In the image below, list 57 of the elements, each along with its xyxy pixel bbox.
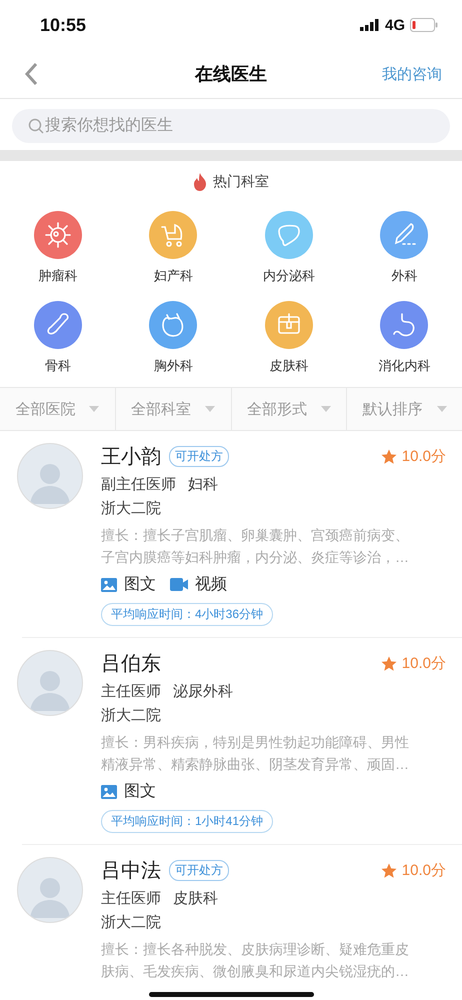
prescription-badge: 可开处方 <box>169 860 229 881</box>
hospital-name: 浙大二院 <box>101 913 162 932</box>
dropdown-caret-icon <box>89 406 100 412</box>
expertise-text: 擅长：擅长各种脱发、皮肤病理诊断、疑难危重皮 <box>101 940 410 959</box>
search-field[interactable]: 搜索你想找的医生 <box>12 109 450 143</box>
dropdown-caret-icon <box>436 406 447 412</box>
department-item[interactable]: 肿瘤科 <box>0 211 116 285</box>
star-icon <box>380 448 397 464</box>
expertise-text: 擅长：擅长子宫肌瘤、卵巢囊肿、宫颈癌前病变、 <box>101 526 410 545</box>
video-camera-icon <box>170 578 188 591</box>
section-title: 热门科室 <box>213 173 269 191</box>
back-button[interactable] <box>22 60 40 88</box>
hospital-name: 浙大二院 <box>101 706 162 725</box>
doctor-department: 妇科 <box>188 475 218 494</box>
doctor-title: 主任医师 <box>101 682 161 701</box>
doctor-name: 王小韵 <box>101 445 161 470</box>
flame-icon <box>193 173 207 191</box>
department-item[interactable]: 妇产科 <box>116 211 231 285</box>
back-chevron-icon <box>24 62 38 86</box>
doctor-name: 吕伯东 <box>101 652 161 677</box>
image-icon <box>101 784 117 798</box>
doctor-department: 皮肤科 <box>173 889 218 908</box>
expertise-text: 精液异常、精索静脉曲张、阴茎发育异常、顽固… <box>101 755 410 774</box>
response-time-badge: 平均响应时间：1小时41分钟 <box>101 810 274 833</box>
department-item[interactable]: 皮肤科 <box>231 301 346 375</box>
signal-icon <box>360 19 380 31</box>
star-icon <box>380 656 397 672</box>
video-consult-option[interactable]: 视频 <box>170 574 227 595</box>
expertise-text: 肤病、毛发疾病、微创腋臭和尿道内尖锐湿疣的… <box>101 962 410 981</box>
hospital-name: 浙大二院 <box>101 499 162 518</box>
text-image-consult-option[interactable]: 图文 <box>101 781 156 802</box>
network-label: 4G <box>384 16 405 34</box>
text-image-consult-option[interactable]: 图文 <box>101 574 156 595</box>
status-time: 10:55 <box>40 14 86 36</box>
expertise-text: 擅长：男科疾病，特别是男性勃起功能障碍、男性 <box>101 733 410 752</box>
response-time-badge: 平均响应时间：4小时36分钟 <box>101 603 274 626</box>
expertise-text: 子宫内膜癌等妇科肿瘤，内分泌、炎症等诊治，… <box>101 548 410 567</box>
doctor-title: 主任医师 <box>101 889 161 908</box>
page-title: 在线医生 <box>195 63 267 86</box>
search-icon <box>28 118 44 134</box>
rating-score: 10.0分 <box>402 861 446 880</box>
dropdown-caret-icon <box>205 406 216 412</box>
dropdown-caret-icon <box>320 406 331 412</box>
prescription-badge: 可开处方 <box>169 446 229 467</box>
department-item[interactable]: 胸外科 <box>116 301 231 375</box>
department-item[interactable]: 消化内科 <box>346 301 462 375</box>
doctor-department: 泌尿外科 <box>173 682 233 701</box>
star-icon <box>380 862 397 878</box>
department-item[interactable]: 内分泌科 <box>231 211 346 285</box>
rating-score: 10.0分 <box>402 654 446 673</box>
battery-icon <box>410 18 438 32</box>
doctor-title: 副主任医师 <box>101 475 176 494</box>
department-item[interactable]: 外科 <box>346 211 462 285</box>
department-item[interactable]: 骨科 <box>0 301 116 375</box>
rating-score: 10.0分 <box>402 447 446 466</box>
doctor-name: 吕中法 <box>101 859 161 884</box>
image-icon <box>101 578 117 592</box>
